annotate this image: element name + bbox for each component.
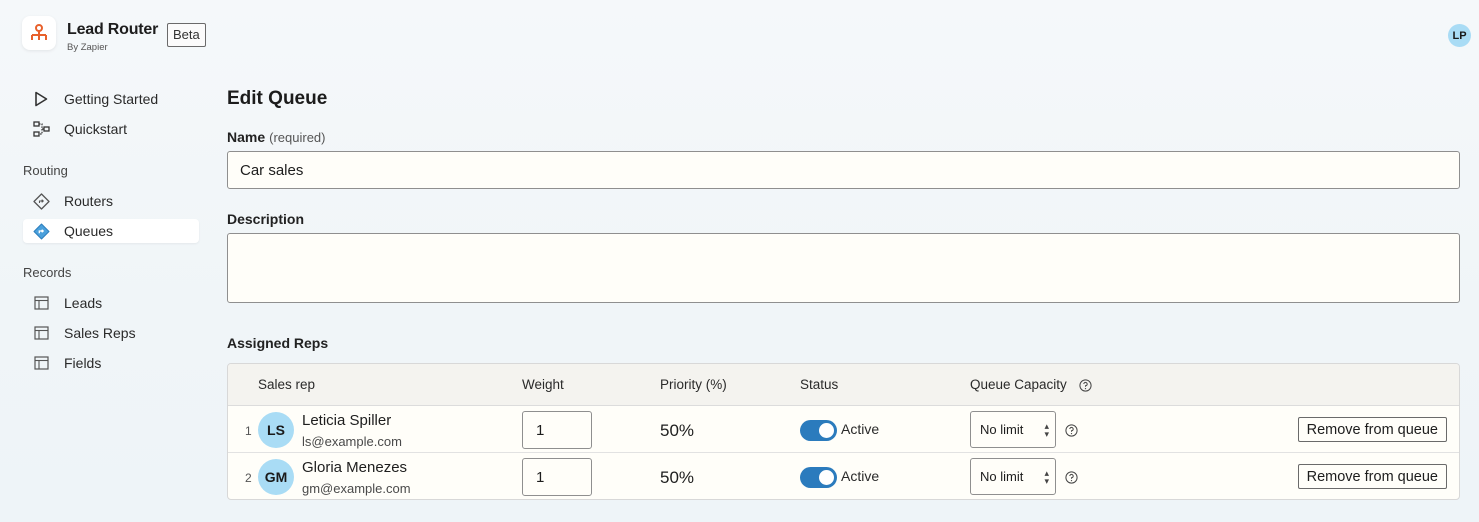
- table-row: 2 GM Gloria Menezes gm@example.com 1 50%…: [228, 453, 1459, 499]
- sidebar-item-queues[interactable]: Queues: [23, 219, 199, 243]
- header-priority: Priority (%): [660, 377, 727, 392]
- app-title: Lead Router: [67, 21, 159, 38]
- sidebar-item-fields[interactable]: Fields: [23, 351, 199, 375]
- description-field-label: Description: [227, 211, 305, 227]
- header-sales-rep: Sales rep: [258, 377, 316, 392]
- sidebar-item-leads[interactable]: Leads: [23, 291, 199, 315]
- records-section-label: Records: [23, 265, 72, 280]
- name-label-text: Name: [227, 129, 266, 145]
- description-textarea[interactable]: [227, 233, 1460, 303]
- rep-name: Leticia Spiller: [302, 412, 392, 429]
- status-label: Active: [841, 421, 880, 437]
- sidebar-item-sales-reps[interactable]: Sales Reps: [23, 321, 199, 345]
- queue-icon: [32, 222, 50, 240]
- flow-icon: [32, 120, 50, 138]
- rep-avatar: GM: [258, 459, 294, 495]
- row-number: 2: [245, 471, 252, 485]
- rep-name: Gloria Menezes: [302, 459, 408, 476]
- sidebar-item-label: Routers: [64, 193, 114, 209]
- header-queue-capacity: Queue Capacity: [970, 377, 1067, 392]
- assigned-reps-table: Sales rep Weight Priority (%) Status Que…: [227, 363, 1460, 500]
- diamond-route-icon: [32, 192, 50, 210]
- help-circle-icon[interactable]: [1065, 424, 1078, 437]
- queue-capacity-select[interactable]: No limit ▴ ▾: [970, 458, 1056, 495]
- sidebar-item-label: Quickstart: [64, 121, 128, 137]
- priority-value: 50%: [660, 421, 695, 440]
- routing-section-label: Routing: [23, 163, 68, 178]
- name-input[interactable]: Car sales: [227, 151, 1460, 189]
- queue-capacity-select[interactable]: No limit ▴ ▾: [970, 411, 1056, 448]
- play-icon: [32, 90, 50, 108]
- beta-badge: Beta: [167, 23, 206, 47]
- app-logo[interactable]: [22, 16, 56, 50]
- rep-email: gm@example.com: [302, 481, 411, 496]
- rep-avatar: LS: [258, 412, 294, 448]
- page-title: Edit Queue: [227, 88, 328, 109]
- weight-input[interactable]: 1: [522, 411, 592, 449]
- sidebar-item-label: Fields: [64, 355, 102, 371]
- table-header: Sales rep Weight Priority (%) Status Que…: [228, 364, 1459, 406]
- remove-from-queue-button[interactable]: Remove from queue: [1297, 417, 1447, 442]
- header-status: Status: [800, 377, 839, 392]
- assigned-reps-heading: Assigned Reps: [227, 335, 329, 351]
- updown-chevron-icon: ▴ ▾: [1044, 421, 1049, 439]
- sidebar-item-routers[interactable]: Routers: [23, 189, 199, 213]
- table-icon: [32, 354, 50, 372]
- table-icon: [32, 294, 50, 312]
- priority-value: 50%: [660, 468, 695, 487]
- sidebar-item-getting-started[interactable]: Getting Started: [23, 87, 199, 111]
- help-circle-icon[interactable]: [1079, 379, 1092, 392]
- status-toggle[interactable]: [800, 420, 837, 441]
- help-circle-icon[interactable]: [1065, 471, 1078, 484]
- capacity-selected-value: No limit: [980, 469, 1024, 484]
- capacity-selected-value: No limit: [980, 422, 1024, 437]
- toggle-knob: [819, 423, 834, 438]
- status-label: Active: [841, 468, 880, 484]
- sidebar-item-label: Getting Started: [64, 91, 159, 107]
- sidebar-item-label: Sales Reps: [64, 325, 136, 341]
- sidebar-item-quickstart[interactable]: Quickstart: [23, 117, 199, 141]
- remove-from-queue-button[interactable]: Remove from queue: [1297, 464, 1447, 489]
- status-toggle[interactable]: [800, 467, 837, 488]
- row-number: 1: [245, 424, 252, 438]
- weight-input[interactable]: 1: [522, 458, 592, 496]
- sidebar-item-label: Queues: [64, 223, 114, 239]
- toggle-knob: [819, 470, 834, 485]
- user-avatar[interactable]: LP: [1448, 24, 1471, 47]
- rep-email: ls@example.com: [302, 434, 402, 449]
- updown-chevron-icon: ▴ ▾: [1044, 468, 1049, 486]
- required-hint: (required): [269, 130, 326, 145]
- name-field-label: Name (required): [227, 129, 326, 145]
- lead-router-logo-icon: [31, 24, 47, 40]
- table-row: 1 LS Leticia Spiller ls@example.com 1 50…: [228, 406, 1459, 453]
- app-subtitle: By Zapier: [67, 42, 108, 53]
- sidebar-item-label: Leads: [64, 295, 103, 311]
- table-icon: [32, 324, 50, 342]
- header-weight: Weight: [522, 377, 564, 392]
